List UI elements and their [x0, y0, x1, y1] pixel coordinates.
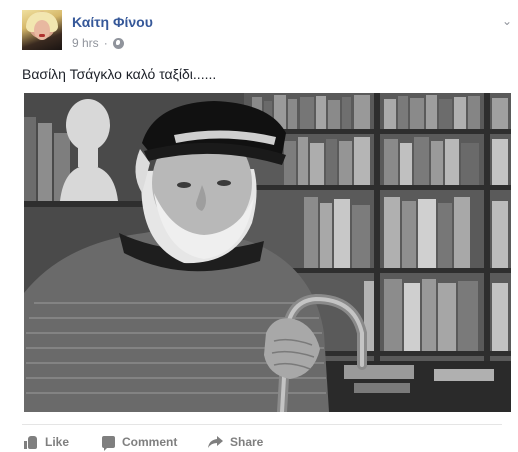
like-icon: [24, 435, 38, 449]
post-timestamp[interactable]: 9 hrs: [72, 36, 99, 50]
post-text: Βασίλη Τσάγκλο καλό ταξίδι......: [22, 66, 217, 82]
share-icon: [208, 436, 223, 448]
post-photo[interactable]: [24, 93, 511, 412]
share-button[interactable]: Share: [208, 433, 263, 451]
post-actions: Like Comment Share: [22, 424, 502, 452]
post-meta: 9 hrs ·: [72, 36, 124, 50]
comment-label: Comment: [122, 435, 178, 449]
like-label: Like: [45, 435, 70, 449]
comment-icon: [102, 436, 115, 451]
meta-separator: ·: [103, 36, 108, 50]
globe-icon[interactable]: [112, 37, 124, 49]
post-header: Καίτη Φίνου 9 hrs · ⌄: [22, 10, 512, 52]
comment-button[interactable]: Comment: [102, 433, 177, 451]
facebook-post: Καίτη Φίνου 9 hrs · ⌄ Βασίλη Τσάγκλο καλ…: [0, 0, 518, 452]
avatar-lips: [39, 34, 45, 37]
like-button[interactable]: Like: [24, 433, 69, 451]
author-name-link[interactable]: Καίτη Φίνου: [72, 14, 153, 30]
photo-illustration: [24, 93, 511, 412]
chevron-down-icon[interactable]: ⌄: [500, 15, 514, 27]
avatar[interactable]: [22, 10, 62, 50]
share-label: Share: [230, 435, 264, 449]
avatar-face: [34, 20, 50, 40]
